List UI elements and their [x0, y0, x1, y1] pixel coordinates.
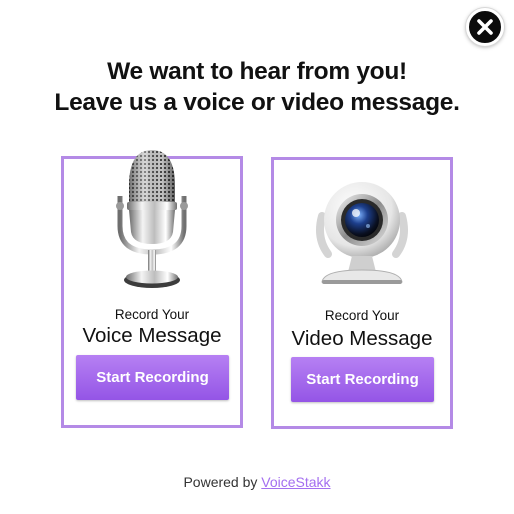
start-video-recording-button[interactable]: Start Recording: [291, 357, 434, 402]
microphone-icon: [116, 150, 188, 288]
video-message-card[interactable]: Record Your Video Message Start Recordin…: [271, 157, 453, 429]
headline-line-1: We want to hear from you!: [107, 58, 407, 85]
start-voice-recording-button[interactable]: Start Recording: [76, 355, 229, 400]
video-small-label: Record Your: [324, 308, 400, 323]
powered-by-text: Powered by: [183, 474, 262, 490]
voice-small-label: Record Your: [114, 307, 190, 322]
powered-by-footer: Powered by VoiceStakk: [0, 474, 514, 490]
headline-line-2: Leave us a voice or video message.: [54, 89, 460, 116]
webcam-icon: [316, 182, 408, 284]
page-title: We want to hear from you! Leave us a voi…: [0, 56, 514, 118]
close-button[interactable]: [466, 8, 504, 46]
video-media: [274, 176, 450, 286]
voicestakk-link[interactable]: VoiceStakk: [261, 474, 330, 490]
video-big-label: Video Message: [291, 327, 433, 350]
voice-message-card[interactable]: Record Your Voice Message Start Recordin…: [61, 150, 243, 428]
voice-big-label: Voice Message: [82, 324, 222, 347]
voice-media: [64, 146, 240, 292]
close-icon: [477, 19, 493, 35]
